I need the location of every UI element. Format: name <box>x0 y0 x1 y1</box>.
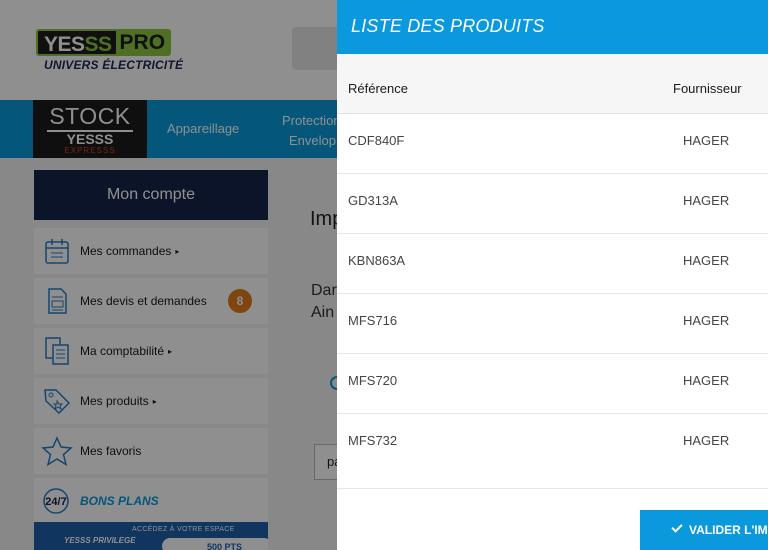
modal-title: LISTE DES PRODUITS <box>337 0 768 54</box>
product-list-modal: LISTE DES PRODUITS Référence Fournisseur… <box>337 0 768 550</box>
table-row: CDF840F HAGER <box>337 114 768 174</box>
cell-fournisseur: HAGER <box>683 433 730 448</box>
table-row: MFS716 HAGER <box>337 294 768 354</box>
cell-reference: MFS732 <box>348 433 398 448</box>
table-header: Référence Fournisseur <box>337 54 768 114</box>
cell-reference: KBN863A <box>348 253 406 268</box>
cell-reference: GD313A <box>348 193 398 208</box>
validate-import-button[interactable]: VALIDER L'IMP <box>640 510 768 550</box>
cell-fournisseur: HAGER <box>683 313 730 328</box>
cell-fournisseur: HAGER <box>683 373 730 388</box>
table-row: MFS720 HAGER <box>337 354 768 414</box>
table-row: MFS732 HAGER <box>337 414 768 489</box>
column-header-reference: Référence <box>348 81 408 96</box>
validate-button-label: VALIDER L'IMP <box>689 523 768 537</box>
table-row: KBN863A HAGER <box>337 234 768 294</box>
table-row: GD313A HAGER <box>337 174 768 234</box>
cell-reference: CDF840F <box>348 133 405 148</box>
cell-fournisseur: HAGER <box>683 133 730 148</box>
cell-reference: MFS720 <box>348 373 398 388</box>
cell-fournisseur: HAGER <box>683 193 730 208</box>
check-icon <box>671 521 683 533</box>
column-header-fournisseur: Fournisseur <box>673 81 742 96</box>
cell-fournisseur: HAGER <box>683 253 730 268</box>
cell-reference: MFS716 <box>348 313 398 328</box>
